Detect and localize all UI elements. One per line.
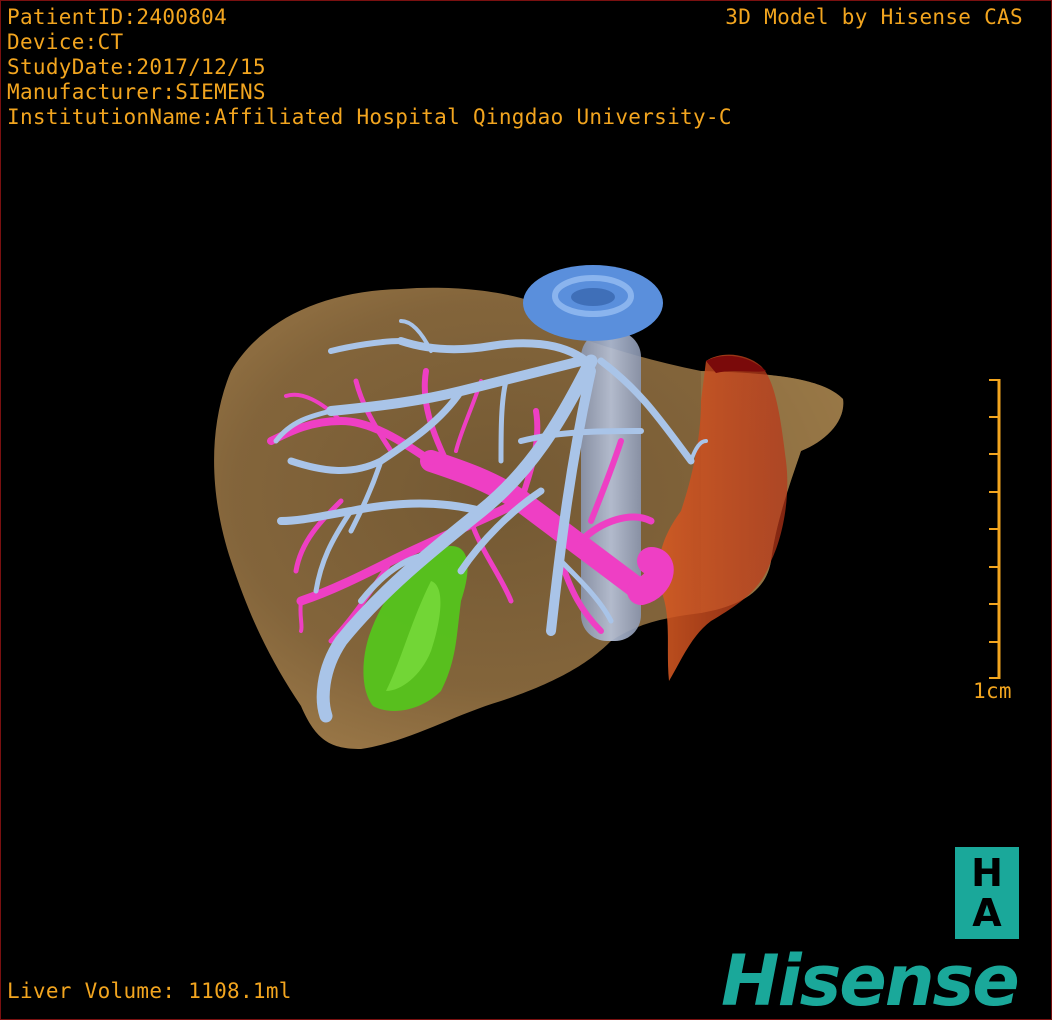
ha-logo-letter-h: H	[971, 851, 1003, 895]
hisense-logo: H A Hisense	[721, 847, 1051, 1017]
patient-info-overlay: PatientID:2400804 Device:CT StudyDate:20…	[7, 5, 732, 130]
model-credit-text: 3D Model by Hisense CAS	[725, 5, 1023, 29]
liver-volume-text: Liver Volume: 1108.1ml	[7, 979, 292, 1003]
scale-bar-label: 1cm	[973, 679, 1012, 703]
brand-wordmark: Hisense	[721, 940, 1020, 1020]
study-date-text: StudyDate:2017/12/15	[7, 55, 266, 79]
tumor-dark-spot	[706, 355, 766, 373]
3d-viewport[interactable]: PatientID:2400804 Device:CT StudyDate:20…	[0, 0, 1052, 1020]
device-text: Device:CT	[7, 30, 124, 54]
ha-logo-letter-a: A	[972, 891, 1002, 935]
ivc-inner	[571, 288, 615, 306]
manufacturer-text: Manufacturer:SIEMENS	[7, 80, 266, 104]
institution-text: InstitutionName:Affiliated Hospital Qing…	[7, 105, 732, 129]
ha-logo-box: H A	[955, 847, 1019, 939]
patient-id-text: PatientID:2400804	[7, 5, 228, 29]
scale-bar	[989, 379, 1001, 679]
